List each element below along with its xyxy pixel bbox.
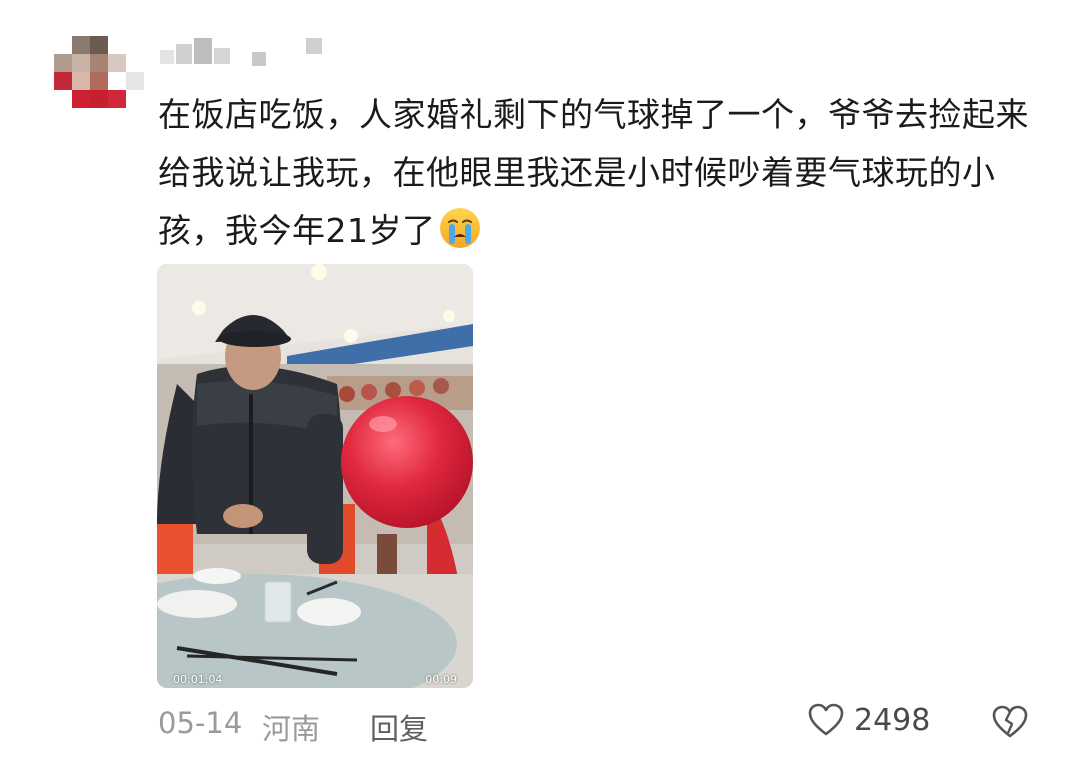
reply-button[interactable]: 回复 [370, 706, 428, 748]
video-frame-image [157, 264, 473, 688]
comment-date: 05-14 [158, 706, 243, 740]
like-button[interactable]: 2498 [806, 700, 930, 740]
video-duration: 00:09 [425, 673, 457, 686]
video-current-time: 00:01:04 [173, 673, 223, 686]
comment-text: 在饭店吃饭，人家婚礼剩下的气球掉了一个，爷爷去捡起来给我说让我玩，在他眼里我还是… [158, 86, 1038, 260]
crying-face-emoji-icon [439, 208, 480, 248]
video-thumbnail[interactable]: 00:01:04 00:09 [157, 264, 473, 688]
comment-body: 在饭店吃饭，人家婚礼剩下的气球掉了一个，爷爷去捡起来给我说让我玩，在他眼里我还是… [158, 95, 1029, 250]
broken-heart-icon[interactable] [990, 702, 1030, 742]
comment-location: 河南 [262, 712, 321, 746]
heart-icon [808, 703, 844, 736]
comment-footer: 05-14 河南 回复 2498 [158, 700, 1038, 750]
username-blurred[interactable] [160, 38, 330, 72]
avatar[interactable] [54, 36, 144, 126]
like-count: 2498 [854, 702, 931, 738]
